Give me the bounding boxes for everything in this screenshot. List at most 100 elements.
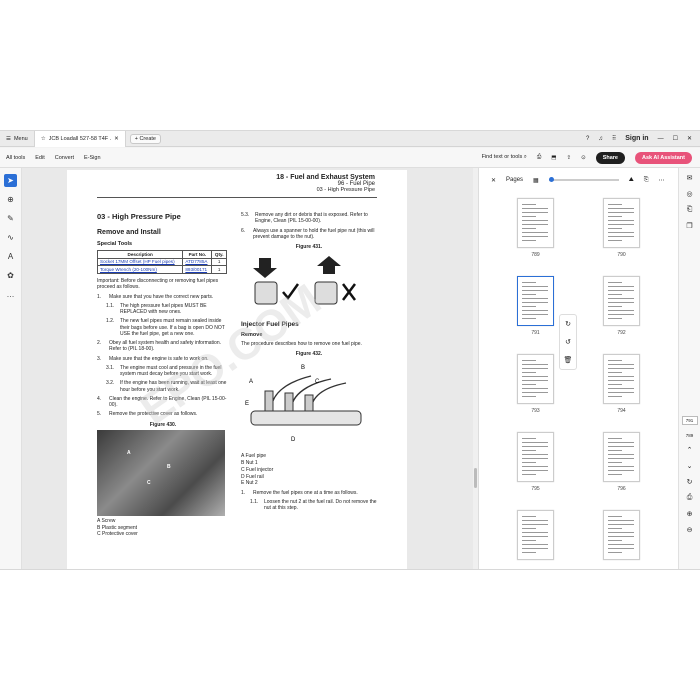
thumbnail-text-line (608, 450, 622, 451)
star-icon[interactable]: ☆ (41, 136, 46, 142)
save-icon[interactable]: ⬒ (551, 155, 556, 161)
page-thumbnail[interactable] (603, 354, 640, 404)
thumbnail-text-line (608, 532, 634, 533)
pdf-page: 18 - Fuel and Exhaust System 96 - Fuel P… (67, 170, 407, 569)
pen-icon[interactable]: ✎ (4, 212, 17, 225)
scrollbar-thumb[interactable] (474, 468, 477, 488)
thumbnail-text-line (522, 548, 548, 549)
layers-icon[interactable]: ◎ (686, 190, 692, 198)
minimize-icon[interactable]: — (658, 136, 664, 142)
thumbnail-text-line (608, 306, 622, 307)
thumbnail-text-line (608, 232, 634, 233)
mountain-icon[interactable]: ⛰ (629, 177, 634, 184)
page-thumbnail[interactable] (603, 432, 640, 482)
page-thumbnail[interactable] (603, 276, 640, 326)
page-number: 791 (531, 330, 540, 336)
part-link[interactable]: 893/00171 (182, 265, 213, 275)
find-text-button[interactable]: Find text or tools ⌕ (482, 154, 527, 161)
more-options-icon[interactable]: ⋯ (659, 177, 665, 184)
insert-page-icon[interactable]: ⎘ (644, 177, 649, 184)
page-thumbnail[interactable] (603, 510, 640, 560)
spanner-illustration (253, 256, 356, 305)
thumbnail-text-line (522, 314, 548, 315)
chevron-down-icon[interactable]: ⌄ (687, 462, 693, 470)
share-button[interactable]: Share (595, 151, 625, 164)
document-area[interactable]: 18 - Fuel and Exhaust System 96 - Fuel P… (22, 168, 478, 569)
thumbnail-text-line (608, 388, 634, 389)
slider-knob[interactable] (548, 177, 554, 182)
thumbnail-text-line (522, 536, 548, 537)
table-row: Torque Wrench (20-100Nm) 893/00171 1 (96, 265, 227, 275)
step-text: The engine must cool and pressure in the… (120, 364, 222, 378)
edit-menu[interactable]: Edit (35, 155, 44, 161)
page-thumbnail[interactable] (517, 432, 554, 482)
thumbnail-text-line (608, 298, 634, 299)
bookmark-icon[interactable]: ⎗ (687, 206, 693, 214)
notifications-icon[interactable]: ♫ (598, 136, 603, 142)
print-icon[interactable]: ⎙ (537, 154, 541, 161)
pages-icon[interactable]: ❐ (686, 222, 692, 230)
zoom-icon[interactable]: ⊕ (4, 193, 17, 206)
header-rule (97, 197, 377, 198)
remove-text: The procedure describes how to remove on… (241, 340, 362, 347)
page-thumbnail-selected[interactable] (517, 276, 554, 326)
photo-label-a: A (127, 449, 131, 456)
close-tab-icon[interactable]: ✕ (114, 136, 119, 142)
thumbnail-text-line (522, 290, 548, 291)
legend-item: E Nut 2 (241, 480, 258, 487)
ai-assistant-button[interactable]: Ask AI Assistant (635, 151, 692, 164)
rotate-clockwise-icon[interactable]: ↻ (565, 320, 571, 328)
tool-link[interactable]: Socket 17MM Offset (HP Fuel pipes) (96, 257, 184, 267)
thumbnail-size-small-icon[interactable]: ▦ (533, 177, 539, 184)
apps-icon[interactable]: ⠿ (612, 135, 616, 142)
thumbnail-size-slider[interactable] (548, 177, 619, 182)
help-icon[interactable]: ? (586, 136, 589, 142)
sign-in-button[interactable]: Sign in (625, 135, 648, 142)
fuel-rail-illustration: A B C D E (245, 365, 362, 443)
thumbnail-text-line (608, 458, 634, 459)
special-tools-heading: Special Tools (97, 241, 133, 248)
list-item: 4. Clean the engine. Refer to Engine, Cle… (97, 396, 229, 409)
zoom-in-icon[interactable]: ⊕ (687, 510, 693, 518)
draw-icon[interactable]: ∿ (4, 231, 17, 244)
menu-button[interactable]: ☰ Menu (0, 136, 34, 142)
link-icon[interactable]: ⊙ (581, 155, 586, 161)
close-window-icon[interactable]: ✕ (687, 135, 692, 142)
thumbnail-text-line (608, 228, 622, 229)
page-thumbnail[interactable] (603, 198, 640, 248)
thumbnail-text-line (608, 466, 634, 467)
delete-icon[interactable]: 🗑 (564, 356, 573, 364)
page-thumbnail[interactable] (517, 198, 554, 248)
more-tools-icon[interactable]: … (4, 288, 17, 301)
comment-icon[interactable]: ✉ (687, 174, 693, 182)
legend-item: D Fuel rail (241, 473, 264, 480)
upload-icon[interactable]: ⇪ (566, 155, 571, 161)
convert-menu[interactable]: Convert (55, 155, 74, 161)
page-thumbnail[interactable] (517, 510, 554, 560)
injector-title: Injector Fuel Pipes (241, 320, 299, 328)
zoom-out-icon[interactable]: ⊖ (687, 526, 693, 534)
close-panel-icon[interactable]: ✕ (491, 177, 496, 184)
thumbnail-text-line (608, 528, 622, 529)
refresh-icon[interactable]: ↻ (687, 478, 693, 486)
tool-link[interactable]: Torque Wrench (20-100Nm) (96, 265, 184, 275)
all-tools-menu[interactable]: All tools (6, 155, 25, 161)
stamp-icon[interactable]: ✿ (4, 269, 17, 282)
document-icon[interactable]: ⎙ (687, 494, 693, 502)
text-tool-icon[interactable]: A (4, 250, 17, 263)
thumbnail-text-line (608, 216, 622, 217)
create-button[interactable]: + Create (129, 133, 161, 144)
rotate-counterclockwise-icon[interactable]: ↺ (565, 338, 571, 346)
thumbnail-text-line (608, 294, 622, 295)
select-cursor-icon[interactable]: ➤ (4, 174, 17, 187)
thumbnail-text-line (522, 376, 548, 377)
list-item: 5. Remove the protective cover as follows… (97, 411, 198, 418)
esign-menu[interactable]: E-Sign (84, 155, 101, 161)
document-tab[interactable]: ☆ JCB Loadall 527-58 T4F ... ✕ (33, 131, 126, 147)
current-page-field[interactable]: 791 (681, 416, 698, 425)
page-thumbnail[interactable] (517, 354, 554, 404)
maximize-icon[interactable]: ☐ (673, 135, 678, 142)
list-item: 3.2. If the engine has been running, wait… (106, 380, 229, 393)
part-link[interactable]: ATD7785A (182, 257, 213, 267)
chevron-up-icon[interactable]: ⌃ (687, 446, 693, 454)
